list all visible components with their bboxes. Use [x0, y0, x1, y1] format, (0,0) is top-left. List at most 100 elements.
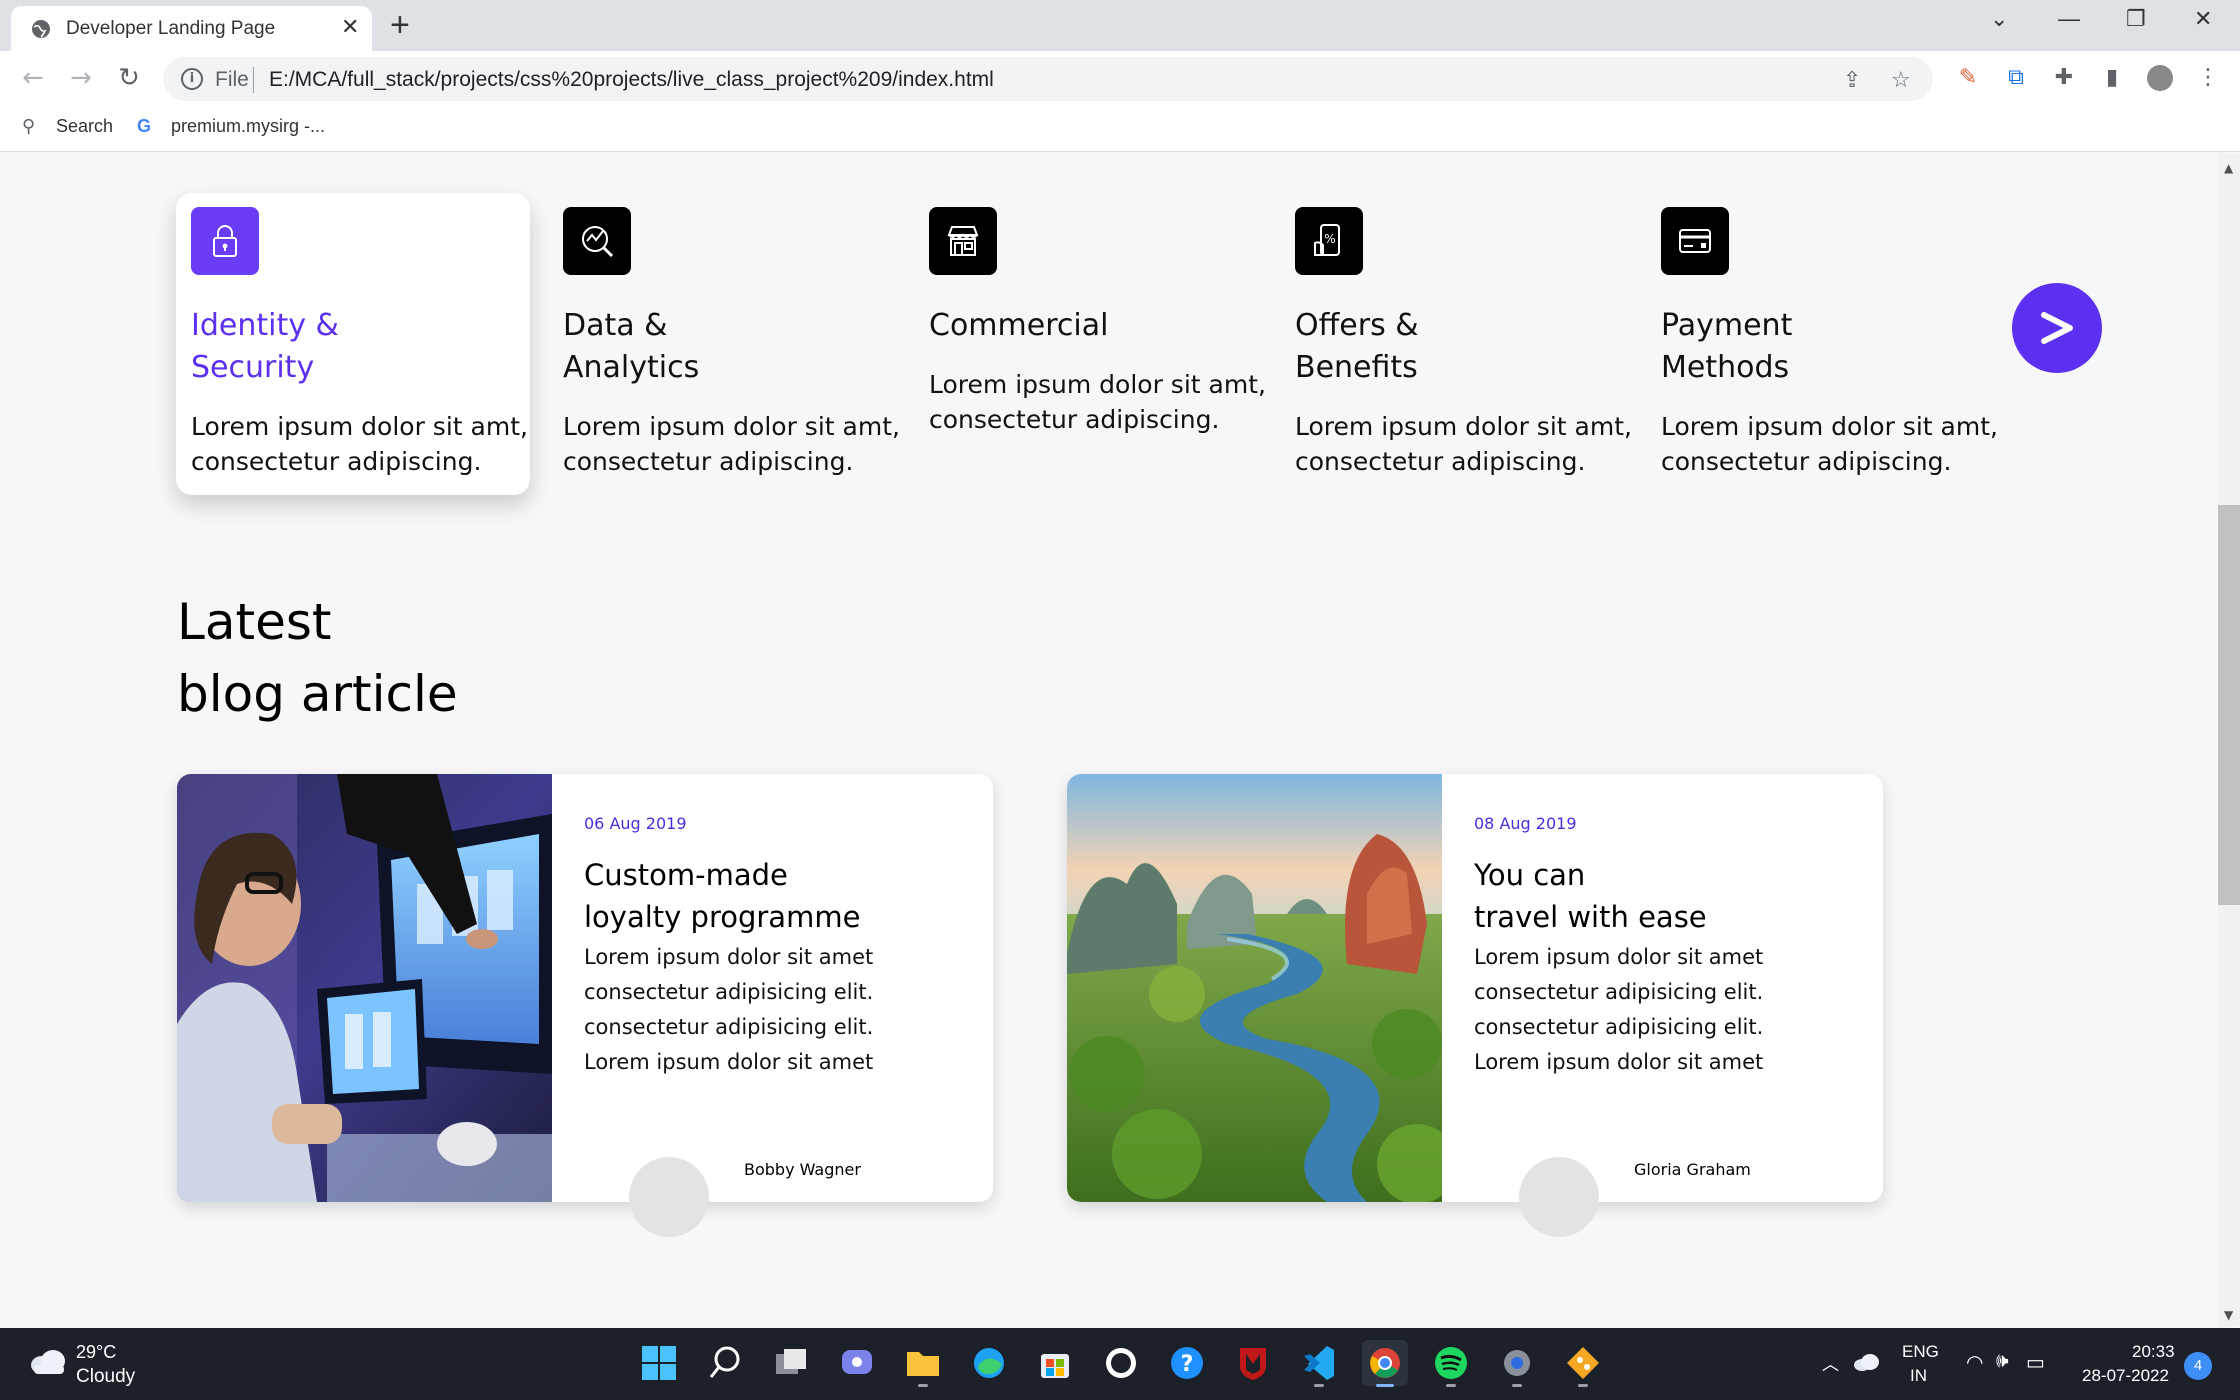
- vscode-icon: [1304, 1346, 1334, 1380]
- feature-card-payment-methods[interactable]: Payment Methods Lorem ipsum dolor sit am…: [1646, 193, 2000, 495]
- screen-recorder-extension-icon[interactable]: ⧉: [2003, 65, 2029, 91]
- spotify-button[interactable]: [1428, 1340, 1474, 1387]
- side-panel-icon[interactable]: ▮: [2099, 65, 2125, 91]
- help-button[interactable]: ?: [1164, 1340, 1210, 1386]
- feature-title: Offers & Benefits: [1295, 308, 1419, 385]
- tab-title: Developer Landing Page: [66, 18, 276, 39]
- next-arrow-button[interactable]: [2012, 283, 2102, 373]
- github-icon: [1106, 1348, 1136, 1378]
- share-icon[interactable]: ⇪: [1843, 68, 1861, 93]
- running-indicator: [1314, 1384, 1324, 1387]
- running-indicator: [1376, 1384, 1394, 1387]
- color-picker-extension-icon[interactable]: ✎: [1955, 65, 1981, 91]
- teams-chat-button[interactable]: [834, 1340, 880, 1386]
- store-bag-icon: [1041, 1354, 1069, 1378]
- chrome-button[interactable]: [1362, 1340, 1408, 1387]
- bookmark-premium-mysirg[interactable]: premium.mysirg -...: [171, 116, 325, 137]
- blog-date: 08 Aug 2019: [1474, 814, 1577, 833]
- feature-card-data-analytics[interactable]: Data & Analytics Lorem ipsum dolor sit a…: [548, 193, 902, 495]
- feature-title: Data & Analytics: [563, 308, 700, 385]
- notification-badge[interactable]: 4: [2184, 1352, 2212, 1380]
- browser-menu-icon[interactable]: ⋮: [2195, 65, 2221, 91]
- scroll-up-icon[interactable]: ▲: [2224, 161, 2233, 175]
- running-indicator: [1512, 1384, 1522, 1387]
- windows-taskbar: 29°C Cloudy ? ︿ ENG IN ◠ 🕪 ▭ 20:33 28-07…: [0, 1328, 2240, 1400]
- github-desktop-button[interactable]: [1098, 1340, 1144, 1386]
- address-bar[interactable]: i File E:/MCA/full_stack/projects/css%20…: [163, 57, 1933, 101]
- author-avatar: [1519, 1157, 1599, 1237]
- onedrive-cloud-icon[interactable]: [1852, 1352, 1880, 1372]
- wifi-icon[interactable]: ◠: [1966, 1350, 1983, 1375]
- extensions-puzzle-icon[interactable]: ✚: [2051, 65, 2077, 91]
- chevron-right-icon: [2041, 312, 2073, 344]
- card-icon: [1661, 207, 1729, 275]
- feature-card-offers-benefits[interactable]: % Offers & Benefits Lorem ipsum dolor si…: [1280, 193, 1634, 495]
- blog-card-travel-with-ease[interactable]: 08 Aug 2019 You can travel with ease Lor…: [1067, 774, 1883, 1237]
- close-window-button[interactable]: ✕: [2194, 6, 2212, 32]
- site-info-icon[interactable]: i: [181, 68, 203, 90]
- settings-button[interactable]: [1494, 1340, 1540, 1387]
- git-icon: [1567, 1347, 1599, 1379]
- cloud-weather-icon[interactable]: [28, 1346, 68, 1376]
- clock-time[interactable]: 20:33: [2132, 1342, 2175, 1362]
- edge-button[interactable]: [966, 1340, 1012, 1386]
- feature-description: Lorem ipsum dolor sit amt, consectetur a…: [1295, 412, 1632, 476]
- url-text[interactable]: E:/MCA/full_stack/projects/css%20project…: [269, 68, 994, 92]
- blog-excerpt: Lorem ipsum dolor sit amet consectetur a…: [584, 945, 874, 1074]
- section-title-latest-blog: Latest blog article: [177, 593, 458, 723]
- bookmark-search[interactable]: Search: [56, 116, 113, 137]
- feature-card-commercial[interactable]: Commercial Lorem ipsum dolor sit amt, co…: [914, 193, 1268, 495]
- tab-close-icon[interactable]: ✕: [341, 15, 359, 40]
- help-icon: ?: [1171, 1347, 1203, 1379]
- show-hidden-icons-chevron-icon[interactable]: ︿: [1822, 1350, 1839, 1375]
- page-scrollbar[interactable]: ▲ ▼: [2218, 153, 2240, 1327]
- analytics-icon: [563, 207, 631, 275]
- feature-card-identity-security[interactable]: Identity & Security Lorem ipsum dolor si…: [176, 193, 530, 495]
- task-view-button[interactable]: [768, 1340, 814, 1386]
- author-name: Gloria Graham: [1634, 1160, 1751, 1179]
- language-code[interactable]: ENG: [1902, 1342, 1939, 1362]
- blog-date: 06 Aug 2019: [584, 814, 687, 833]
- lock-icon: [191, 207, 259, 275]
- reload-icon[interactable]: ↻: [114, 63, 144, 93]
- volume-icon[interactable]: 🕪: [1996, 1350, 2009, 1373]
- tab-search-icon[interactable]: ⌄: [1990, 6, 2008, 32]
- start-button[interactable]: [636, 1340, 682, 1386]
- feature-description: Lorem ipsum dolor sit amt, consectetur a…: [929, 370, 1266, 434]
- task-view-icon: [776, 1349, 806, 1374]
- developer-at-computer-photo: [177, 774, 552, 1202]
- blog-title[interactable]: You can travel with ease: [1474, 854, 1854, 938]
- running-indicator: [918, 1384, 928, 1387]
- search-icon: [709, 1346, 740, 1378]
- page-viewport: Identity & Security Lorem ipsum dolor si…: [0, 153, 2218, 1327]
- profile-avatar-icon[interactable]: [2147, 65, 2173, 91]
- bookmarks-bar: ⚲ Search G premium.mysirg -...: [0, 107, 2240, 152]
- feature-description: Lorem ipsum dolor sit amt, consectetur a…: [563, 412, 900, 476]
- blog-excerpt: Lorem ipsum dolor sit amet consectetur a…: [1474, 945, 1764, 1074]
- scrollbar-thumb[interactable]: [2218, 505, 2240, 905]
- clock-date[interactable]: 28-07-2022: [2082, 1366, 2169, 1386]
- bookmark-star-icon[interactable]: ☆: [1891, 68, 1911, 93]
- back-icon[interactable]: ←: [18, 63, 48, 93]
- restore-button[interactable]: ❐: [2126, 6, 2146, 32]
- chrome-icon: [1370, 1348, 1400, 1378]
- author-avatar: [629, 1157, 709, 1237]
- language-region[interactable]: IN: [1910, 1366, 1927, 1386]
- minimize-button[interactable]: —: [2058, 6, 2080, 32]
- blog-title[interactable]: Custom-made loyalty programme: [584, 854, 964, 938]
- file-explorer-button[interactable]: [900, 1340, 946, 1387]
- phone-offer-icon: %: [1295, 207, 1363, 275]
- vscode-button[interactable]: [1296, 1340, 1342, 1387]
- blog-card-loyalty-programme[interactable]: 06 Aug 2019 Custom-made loyalty programm…: [177, 774, 993, 1237]
- tab-developer-landing-page[interactable]: Developer Landing Page ✕: [11, 6, 372, 51]
- new-tab-button[interactable]: +: [390, 6, 410, 44]
- mcafee-button[interactable]: [1230, 1340, 1276, 1386]
- taskbar-search-button[interactable]: [702, 1340, 748, 1386]
- store-icon: [929, 207, 997, 275]
- git-tool-button[interactable]: [1560, 1340, 1606, 1387]
- scroll-down-icon[interactable]: ▼: [2224, 1308, 2233, 1322]
- forward-icon[interactable]: →: [66, 63, 96, 93]
- battery-icon[interactable]: ▭: [2026, 1350, 2045, 1375]
- store-button[interactable]: [1032, 1340, 1078, 1386]
- windows-logo-icon: [642, 1346, 676, 1380]
